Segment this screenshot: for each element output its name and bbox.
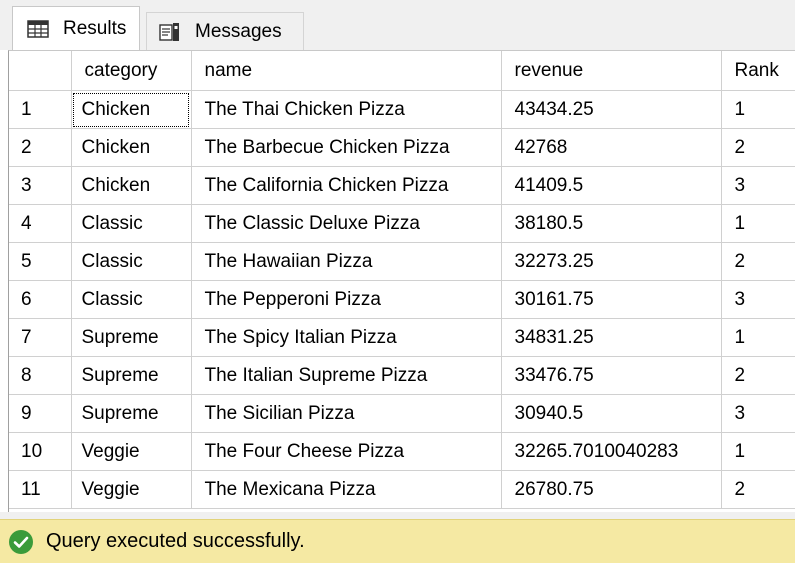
revenue-cell[interactable]: 26780.75 — [501, 470, 722, 509]
tab-messages-label: Messages — [195, 20, 282, 42]
category-cell[interactable]: Veggie — [71, 470, 192, 509]
row-number-cell[interactable]: 5 — [9, 242, 72, 281]
rank-cell[interactable]: 1 — [721, 318, 795, 357]
row-number-cell[interactable]: 10 — [9, 432, 72, 471]
rank-cell[interactable]: 2 — [721, 242, 795, 281]
row-number-cell[interactable]: 11 — [9, 470, 72, 509]
rank-cell[interactable]: 2 — [721, 128, 795, 167]
table-row[interactable]: 2 Chicken The Barbecue Chicken Pizza 42768 2 — [9, 128, 795, 167]
revenue-cell[interactable]: 34831.25 — [501, 318, 722, 357]
row-number-cell[interactable]: 1 — [9, 90, 72, 129]
rank-cell[interactable]: 1 — [721, 90, 795, 129]
column-header-rank[interactable]: Rank — [721, 51, 795, 91]
table-row[interactable]: 4 Classic The Classic Deluxe Pizza 38180.5 1 — [9, 204, 795, 243]
header-row: category name revenue Rank — [9, 51, 795, 91]
category-cell[interactable]: Supreme — [71, 394, 192, 433]
messages-icon — [159, 22, 179, 41]
revenue-cell[interactable]: 38180.5 — [501, 204, 722, 243]
revenue-cell[interactable]: 32265.7010040283 — [501, 432, 722, 471]
name-cell[interactable]: The Thai Chicken Pizza — [191, 90, 502, 129]
table-row[interactable]: 11 Veggie The Mexicana Pizza 26780.75 2 — [9, 470, 795, 509]
rank-cell[interactable]: 3 — [721, 394, 795, 433]
revenue-cell[interactable]: 30161.75 — [501, 280, 722, 319]
rank-cell[interactable]: 1 — [721, 204, 795, 243]
revenue-cell[interactable]: 42768 — [501, 128, 722, 167]
category-cell[interactable]: Chicken — [71, 128, 192, 167]
table-row[interactable]: 9 Supreme The Sicilian Pizza 30940.5 3 — [9, 394, 795, 433]
tab-messages[interactable]: Messages — [146, 12, 304, 50]
table-row[interactable]: 1 Chicken The Thai Chicken Pizza 43434.25 1 — [9, 90, 795, 129]
success-check-icon — [9, 529, 33, 554]
category-cell[interactable]: Supreme — [71, 318, 192, 357]
name-cell[interactable]: The California Chicken Pizza — [191, 166, 502, 205]
name-cell[interactable]: The Hawaiian Pizza — [191, 242, 502, 281]
results-table: category name revenue Rank 1 Chicken The T… — [9, 51, 795, 509]
revenue-cell[interactable]: 41409.5 — [501, 166, 722, 205]
revenue-cell[interactable]: 43434.25 — [501, 90, 722, 129]
column-header-category[interactable]: category — [71, 51, 192, 91]
name-cell[interactable]: The Sicilian Pizza — [191, 394, 502, 433]
row-number-cell[interactable]: 2 — [9, 128, 72, 167]
row-number-cell[interactable]: 3 — [9, 166, 72, 205]
row-number-cell[interactable]: 8 — [9, 356, 72, 395]
grid-icon — [27, 19, 49, 38]
results-grid[interactable]: category name revenue Rank 1 Chicken The T… — [8, 50, 795, 513]
category-cell[interactable]: Supreme — [71, 356, 192, 395]
table-row[interactable]: 6 Classic The Pepperoni Pizza 30161.75 3 — [9, 280, 795, 319]
category-cell[interactable]: Classic — [71, 280, 192, 319]
row-number-cell[interactable]: 9 — [9, 394, 72, 433]
rank-cell[interactable]: 1 — [721, 432, 795, 471]
status-message: Query executed successfully. — [46, 530, 305, 552]
name-cell[interactable]: The Barbecue Chicken Pizza — [191, 128, 502, 167]
column-header-revenue[interactable]: revenue — [501, 51, 722, 91]
rank-cell[interactable]: 3 — [721, 166, 795, 205]
results-tab-bar: Results Messages — [0, 0, 795, 50]
category-cell[interactable]: Veggie — [71, 432, 192, 471]
column-header-rownum[interactable] — [9, 51, 72, 91]
name-cell[interactable]: The Italian Supreme Pizza — [191, 356, 502, 395]
grid-bottom-gap — [0, 512, 795, 519]
revenue-cell[interactable]: 33476.75 — [501, 356, 722, 395]
row-number-cell[interactable]: 6 — [9, 280, 72, 319]
row-number-cell[interactable]: 7 — [9, 318, 72, 357]
tab-results[interactable]: Results — [12, 6, 140, 50]
row-number-cell[interactable]: 4 — [9, 204, 72, 243]
name-cell[interactable]: The Spicy Italian Pizza — [191, 318, 502, 357]
column-header-name[interactable]: name — [191, 51, 502, 91]
category-cell[interactable]: Classic — [71, 204, 192, 243]
name-cell[interactable]: The Mexicana Pizza — [191, 470, 502, 509]
rank-cell[interactable]: 3 — [721, 280, 795, 319]
table-row[interactable]: 3 Chicken The California Chicken Pizza 4140… — [9, 166, 795, 205]
table-row[interactable]: 8 Supreme The Italian Supreme Pizza 33476.7… — [9, 356, 795, 395]
category-cell[interactable]: Chicken — [71, 166, 192, 205]
table-row[interactable]: 5 Classic The Hawaiian Pizza 32273.25 2 — [9, 242, 795, 281]
revenue-cell[interactable]: 32273.25 — [501, 242, 722, 281]
tab-results-label: Results — [63, 17, 127, 39]
rank-cell[interactable]: 2 — [721, 356, 795, 395]
query-status-bar: Query executed successfully. — [0, 519, 795, 563]
category-cell[interactable]: Classic — [71, 242, 192, 281]
table-row[interactable]: 10 Veggie The Four Cheese Pizza 32265.70100… — [9, 432, 795, 471]
rank-cell[interactable]: 2 — [721, 470, 795, 509]
name-cell[interactable]: The Pepperoni Pizza — [191, 280, 502, 319]
name-cell[interactable]: The Four Cheese Pizza — [191, 432, 502, 471]
revenue-cell[interactable]: 30940.5 — [501, 394, 722, 433]
table-row[interactable]: 7 Supreme The Spicy Italian Pizza 34831.25 1 — [9, 318, 795, 357]
name-cell[interactable]: The Classic Deluxe Pizza — [191, 204, 502, 243]
category-cell[interactable]: Chicken — [71, 90, 192, 129]
